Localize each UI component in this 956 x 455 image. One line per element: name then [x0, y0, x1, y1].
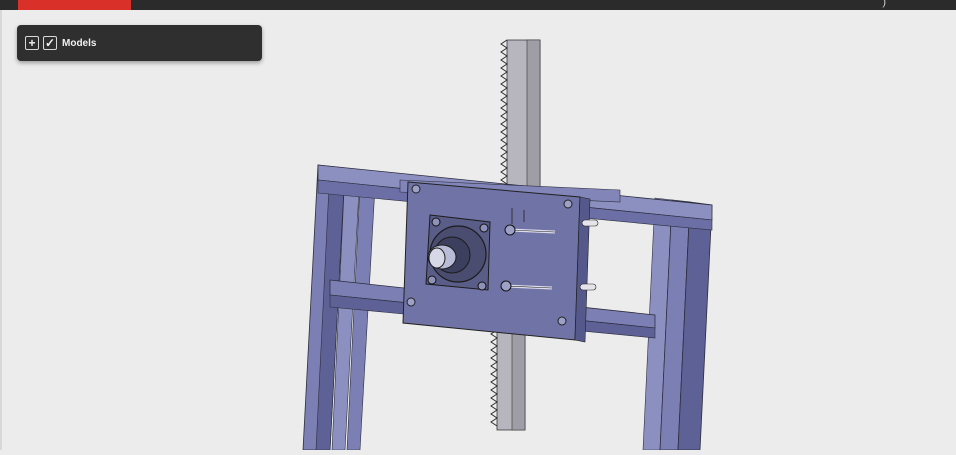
flange-bearing: [425, 214, 491, 291]
plate-slot: [581, 219, 599, 227]
check-icon: ✓: [44, 36, 56, 50]
top-right-glyph[interactable]: ): [882, 0, 886, 8]
plate-slot: [579, 283, 597, 291]
visibility-checkbox[interactable]: ✓: [43, 36, 57, 50]
3d-viewport[interactable]: + ✓ Models: [0, 10, 956, 451]
plus-icon: +: [28, 36, 36, 50]
expand-button[interactable]: +: [25, 36, 39, 50]
brand-tab[interactable]: [18, 0, 131, 10]
models-label: Models: [62, 37, 97, 49]
cad-model-render: [302, 39, 713, 451]
top-toolbar: ): [0, 0, 956, 10]
models-panel: + ✓ Models: [17, 25, 262, 61]
